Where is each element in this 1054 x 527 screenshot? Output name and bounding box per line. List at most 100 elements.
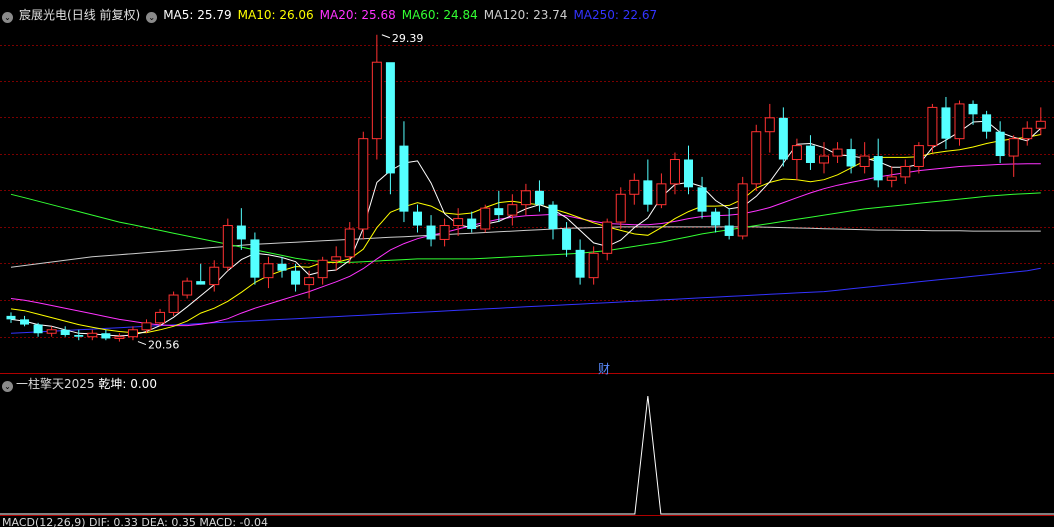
- chevron-down-icon[interactable]: ⌄: [146, 12, 158, 23]
- candle-69: [941, 96, 951, 150]
- candle-35: [480, 204, 491, 233]
- candle-62: [846, 138, 856, 174]
- candle-body: [534, 190, 544, 205]
- candle-body: [575, 249, 585, 278]
- candle-body: [995, 131, 1005, 157]
- candle-40: [548, 201, 558, 240]
- candle-72: [982, 110, 992, 139]
- candle-body: [344, 228, 355, 258]
- candle-45: [615, 187, 626, 230]
- candle-48: [656, 173, 667, 209]
- candle-19: [263, 256, 274, 289]
- candle-body: [684, 159, 693, 188]
- candle-body: [182, 280, 193, 296]
- candle-10: [141, 319, 152, 334]
- indicator-name: 一柱擎天2025: [16, 377, 95, 391]
- candle-body: [1035, 120, 1046, 129]
- candle-body: [304, 277, 315, 286]
- annotation-arrow: [381, 34, 391, 39]
- candle-body: [1022, 127, 1033, 140]
- candle-27: [371, 34, 382, 160]
- candle-body: [562, 229, 572, 250]
- candle-body: [751, 131, 762, 185]
- annotation-arrow: [137, 341, 147, 346]
- candle-39: [534, 180, 544, 212]
- candle-52: [711, 208, 721, 233]
- signal-line: [0, 395, 1054, 515]
- ma120-label: MA120: 23.74: [483, 8, 568, 22]
- candle-5: [74, 329, 84, 341]
- candle-33: [453, 208, 464, 236]
- candle-body: [711, 211, 721, 226]
- candle-9: [127, 326, 138, 341]
- candle-body: [60, 329, 70, 335]
- candle-63: [859, 142, 870, 174]
- candle-37: [507, 194, 518, 226]
- chevron-down-icon[interactable]: ⌄: [2, 12, 13, 23]
- candle-body: [520, 190, 531, 206]
- candle-body: [413, 211, 422, 226]
- candle-body: [114, 336, 125, 339]
- candle-body: [982, 114, 992, 132]
- candle-29: [399, 121, 409, 223]
- candle-50: [684, 145, 693, 195]
- candle-12: [168, 291, 179, 316]
- candle-body: [46, 329, 57, 334]
- ma20-label: MA20: 25.68: [319, 8, 396, 22]
- ma5-line: [10, 120, 1042, 337]
- price-chart[interactable]: 29.39 20.56: [0, 0, 1054, 374]
- candle-body: [371, 61, 382, 140]
- candle-body: [168, 294, 179, 313]
- candle-body: [127, 329, 138, 338]
- candle-73: [995, 121, 1005, 163]
- candle-20: [277, 256, 287, 278]
- candle-body: [507, 204, 518, 216]
- candle-66: [900, 159, 911, 184]
- candlesticks: [6, 34, 1046, 342]
- candle-body: [669, 159, 680, 185]
- indicator-legend: ⌄ 一柱擎天2025 乾坤: 0.00: [2, 376, 157, 392]
- candle-body: [791, 145, 802, 161]
- candle-body: [467, 218, 477, 230]
- candle-36: [494, 190, 504, 223]
- candle-25: [344, 222, 355, 264]
- candle-body: [859, 155, 870, 167]
- ma10-label: MA10: 26.06: [237, 8, 314, 22]
- candle-14: [196, 263, 206, 285]
- stock-name: 宸展光电: [19, 8, 68, 22]
- candle-body: [615, 193, 626, 223]
- ma250-label: MA250: 22.67: [573, 8, 658, 22]
- candle-body: [805, 145, 815, 163]
- candle-58: [791, 138, 802, 181]
- candle-4: [60, 326, 70, 337]
- candle-body: [87, 332, 98, 338]
- price-annotation-1: 20.56: [148, 339, 180, 352]
- candle-body: [643, 180, 653, 205]
- candle-body: [724, 225, 734, 236]
- finance-event-marker[interactable]: 财: [598, 360, 610, 377]
- candle-70: [954, 100, 965, 146]
- candle-body: [900, 165, 911, 178]
- candle-body: [263, 263, 274, 279]
- candle-31: [426, 215, 436, 247]
- moving-average-lines: [10, 120, 1042, 337]
- candle-75: [1022, 121, 1033, 146]
- candle-53: [724, 208, 734, 240]
- ma5-label: MA5: 25.79: [163, 8, 232, 22]
- candle-47: [643, 159, 653, 212]
- candle-68: [927, 103, 938, 153]
- candle-body: [819, 155, 829, 164]
- candle-body: [629, 179, 640, 195]
- candle-body: [291, 270, 301, 285]
- candle-16: [222, 218, 233, 271]
- indicator-value: 乾坤: 0.00: [98, 377, 157, 391]
- candle-1: [20, 315, 30, 327]
- ma120-line: [10, 226, 1041, 268]
- candle-body: [846, 149, 856, 167]
- candle-body: [101, 333, 111, 339]
- candle-body: [656, 183, 667, 206]
- candle-body: [426, 225, 436, 240]
- price-annotation-0: 29.39: [392, 32, 424, 45]
- candle-body: [1008, 138, 1019, 157]
- chevron-down-icon[interactable]: ⌄: [2, 381, 13, 392]
